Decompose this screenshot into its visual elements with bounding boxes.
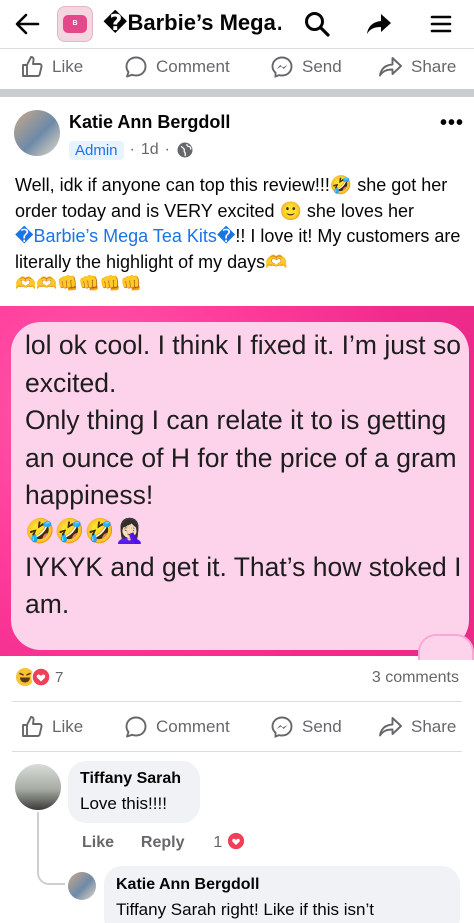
comments-count[interactable]: 3 comments: [372, 669, 459, 687]
page-title[interactable]: �Barbie’s Mega…: [103, 10, 281, 36]
comment-reply-button[interactable]: Reply: [141, 834, 185, 851]
comment-actions: Like Reply 1: [82, 832, 245, 852]
post-text: Well, idk if anyone can top this review!…: [15, 173, 465, 275]
top-action-bar: Like Comment Send Share: [0, 45, 474, 89]
divider: [12, 701, 462, 702]
reply-thread-line: [37, 812, 65, 885]
comment-label: Comment: [156, 717, 230, 736]
reactions-summary[interactable]: 7: [15, 667, 63, 687]
menu-button[interactable]: [425, 8, 457, 40]
comment-label: Comment: [156, 57, 230, 76]
comment-like-button[interactable]: Like: [82, 834, 114, 851]
post-emoji-row: 🫶🫶👊👊👊👊: [15, 274, 143, 293]
post-time[interactable]: 1d: [141, 141, 159, 159]
share-icon: [379, 717, 402, 737]
post-send-button[interactable]: Send: [270, 705, 342, 749]
comment-icon: [125, 716, 147, 738]
share-button[interactable]: Share: [378, 45, 456, 89]
group-link[interactable]: �Barbie’s Mega Tea Kits�: [15, 226, 235, 246]
thumbs-up-icon: [22, 716, 43, 737]
send-label: Send: [302, 57, 342, 76]
share-label: Share: [411, 57, 457, 76]
like-label: Like: [52, 717, 84, 736]
meta-separator: ·: [164, 141, 170, 158]
post-share-button[interactable]: Share: [378, 705, 456, 749]
back-button[interactable]: [10, 8, 44, 40]
share-top-button[interactable]: [363, 8, 395, 40]
post-text-part1: Well, idk if anyone can top this review!…: [15, 175, 448, 221]
search-button[interactable]: [301, 8, 333, 40]
reply-text: Tiffany Sarah right! Like if this isn’t: [116, 900, 374, 919]
image-text-line3: IYKYK and get it. That’s how stoked I am…: [25, 551, 462, 620]
messenger-icon: [271, 716, 293, 738]
group-logo: B: [63, 15, 87, 33]
admin-badge: Admin: [69, 140, 124, 160]
reactions-count: 7: [55, 668, 64, 686]
post-comment-button[interactable]: Comment: [124, 705, 230, 749]
meta-separator: ·: [129, 141, 135, 158]
post-meta: Admin · 1d ·: [69, 139, 194, 161]
post-author[interactable]: Katie Ann Bergdoll: [69, 112, 230, 133]
section-separator: [0, 89, 474, 97]
post-like-button[interactable]: Like: [20, 705, 83, 749]
top-app-bar: B �Barbie’s Mega…: [0, 0, 474, 48]
share-icon: [379, 57, 402, 77]
divider: [12, 751, 462, 752]
more-options-button[interactable]: •••: [440, 112, 464, 135]
send-label: Send: [302, 717, 342, 736]
arrow-left-icon: [15, 13, 40, 35]
group-thumbnail[interactable]: B: [57, 6, 93, 42]
search-icon: [305, 12, 330, 37]
comment-author[interactable]: Tiffany Sarah: [80, 770, 181, 788]
reply-author[interactable]: Katie Ann Bergdoll: [116, 876, 259, 894]
comment-icon: [125, 56, 147, 78]
love-reaction-icon: [31, 667, 51, 687]
globe-icon: [177, 142, 193, 158]
send-button[interactable]: Send: [270, 45, 342, 89]
like-label: Like: [52, 57, 84, 76]
comment-reaction-count: 1: [213, 834, 223, 851]
hamburger-icon: [430, 15, 452, 33]
message-bubble-fragment: [418, 634, 474, 660]
image-message-text: lol ok cool. I think I fixed it. I’m jus…: [25, 327, 465, 624]
love-reaction-icon: [227, 832, 244, 850]
image-text-emoji: 🤣🤣🤣🤦🏻‍♀️: [25, 517, 145, 545]
author-avatar[interactable]: [14, 110, 60, 156]
comment-button[interactable]: Comment: [124, 45, 230, 89]
messenger-icon: [271, 56, 293, 78]
commenter-avatar[interactable]: [15, 764, 61, 810]
share-label: Share: [411, 717, 457, 736]
image-text-line1: lol ok cool. I think I fixed it. I’m jus…: [25, 330, 461, 398]
image-text-line2: Only thing I can relate it to is getting…: [25, 405, 457, 510]
thumbs-up-icon: [22, 56, 43, 77]
comment-text: Love this!!!!: [80, 794, 167, 813]
like-button[interactable]: Like: [20, 45, 83, 89]
post-action-bar: Like Comment Send Share: [0, 705, 474, 749]
reply-author-avatar[interactable]: [68, 872, 96, 900]
share-arrow-icon: [367, 14, 391, 34]
